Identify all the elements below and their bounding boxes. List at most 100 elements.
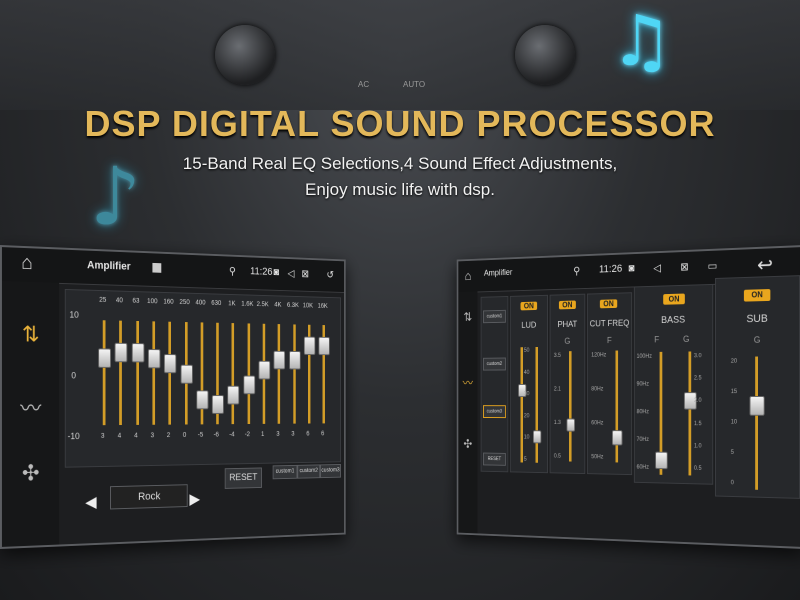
bass-g-label: G [683, 334, 690, 344]
eq-band-slider-knob[interactable] [227, 385, 240, 405]
reset-button[interactable]: RESET [224, 467, 262, 489]
phat-label: PHAT [557, 319, 578, 329]
eq-band-value-label: -5 [197, 431, 204, 439]
cut-freq-f-label: F [607, 335, 612, 346]
eq-band-freq-label: 400 [195, 299, 206, 307]
eq-band-slider[interactable] [243, 323, 255, 425]
eq-band-slider[interactable] [303, 324, 316, 424]
eq-band-slider[interactable] [98, 320, 111, 426]
prev-preset-arrow[interactable]: ◀ [85, 492, 96, 512]
custom3-button[interactable]: custom3 [320, 464, 341, 479]
home-icon-right[interactable]: ⌂ [465, 268, 472, 283]
eq-band-slider[interactable] [318, 325, 330, 424]
eq-band-slider[interactable] [258, 323, 271, 424]
camera-icon-right[interactable]: ◙ [629, 263, 635, 275]
eq-band-slider-knob[interactable] [147, 348, 161, 369]
back-icon[interactable]: ↺ [327, 269, 334, 281]
sub-on-toggle[interactable]: ON [743, 289, 771, 302]
eq-band-slider[interactable] [288, 324, 301, 424]
cut-freq-slider-knob[interactable] [611, 430, 623, 446]
loudness-slider-b-knob[interactable] [532, 430, 542, 444]
sub-slider[interactable] [749, 356, 765, 490]
custom1-button[interactable]: custom1 [272, 464, 298, 480]
waveform-tab-icon[interactable]: 〰 [2, 391, 59, 423]
reset-button-right[interactable]: RESET [483, 452, 506, 466]
eq-band-slider-knob[interactable] [243, 375, 255, 395]
eq-band-slider-knob[interactable] [196, 390, 209, 410]
back-icon-right[interactable]: ↩ [757, 252, 773, 277]
eq-band-slider[interactable] [273, 324, 286, 424]
loudness-on-toggle[interactable]: ON [520, 301, 538, 311]
window-icon-right[interactable]: ▭ [708, 259, 718, 272]
eq-band-value-label: 3 [100, 432, 105, 440]
eq-band-slider-knob[interactable] [180, 364, 193, 384]
scale-tick-label: 100Hz [636, 353, 652, 360]
loudness-ticks: 50 40 30 20 10 5 [511, 296, 547, 463]
sub-ticks: 20 15 10 5 0 [716, 276, 799, 487]
eq-band-slider[interactable] [164, 321, 177, 425]
eq-band-slider-knob[interactable] [98, 348, 111, 368]
eq-band-value-label: 4 [117, 432, 122, 440]
eq-band-value-label: 6 [321, 430, 325, 438]
eq-band-slider-knob[interactable] [273, 350, 286, 370]
close-icon[interactable]: ⊠ [301, 268, 308, 280]
eq-band-slider[interactable] [147, 321, 161, 425]
preset-custom3[interactable]: custom3 [483, 405, 506, 419]
phat-slider[interactable] [566, 351, 575, 462]
dashboard-auto-label: AUTO [403, 80, 426, 89]
eq-band-slider-knob[interactable] [131, 343, 145, 363]
bass-label: BASS [661, 314, 686, 326]
phat-on-toggle[interactable]: ON [558, 300, 576, 310]
eq-band-slider-knob[interactable] [114, 343, 128, 363]
volume-icon-right[interactable]: ◁ [653, 262, 661, 275]
eq-band-slider-knob[interactable] [164, 354, 177, 374]
phat-slider-knob[interactable] [566, 418, 575, 432]
cut-freq-slider[interactable] [611, 350, 623, 463]
eq-band-freq-label: 630 [211, 300, 222, 307]
cut-freq-on-toggle[interactable]: ON [599, 299, 618, 309]
scale-tick-label: 20 [730, 358, 738, 365]
scale-tick-label: 15 [730, 389, 738, 396]
custom2-button[interactable]: custom2 [297, 464, 321, 479]
eq-band-slider-knob[interactable] [211, 395, 224, 415]
eq-band-slider-knob[interactable] [258, 360, 271, 380]
eq-band-slider[interactable] [180, 322, 193, 425]
eq-band-slider[interactable] [131, 320, 145, 425]
phat-ticks: 3.5 2.1 1.3 0.5 [550, 295, 584, 459]
eq-band-slider-knob[interactable] [288, 350, 301, 370]
eq-band-freq-label: 25 [99, 296, 107, 304]
eq-band-freq-label: 1K [228, 300, 236, 308]
eq-band-slider[interactable] [211, 322, 224, 425]
eq-band-freq-label: 100 [147, 298, 158, 306]
eq-band-slider-knob[interactable] [303, 336, 316, 355]
home-icon[interactable]: ⌂ [21, 252, 33, 275]
bass-freq-slider[interactable] [655, 351, 668, 475]
sub-slider-knob[interactable] [749, 396, 765, 416]
loudness-slider-b[interactable] [532, 346, 542, 463]
next-preset-arrow[interactable]: ▶ [189, 490, 200, 509]
equalizer-tab-icon-right[interactable]: ⇅ [458, 310, 477, 325]
volume-icon[interactable]: ◁ [288, 267, 295, 279]
balance-tab-icon-right[interactable]: ✣ [458, 437, 477, 452]
scale-tick-label: 120Hz [591, 352, 607, 359]
eq-band-value-label: 0 [182, 432, 187, 439]
preset-custom1[interactable]: custom1 [483, 309, 506, 324]
preset-custom2[interactable]: custom2 [483, 357, 506, 371]
eq-band-slider[interactable] [114, 320, 128, 426]
close-icon-right[interactable]: ⊠ [680, 261, 688, 273]
eq-band-slider-knob[interactable] [318, 336, 330, 355]
eq-band-slider[interactable] [227, 323, 240, 425]
loudness-slider-a[interactable] [518, 347, 527, 463]
waveform-tab-icon-right[interactable]: 〰 [458, 373, 477, 390]
bass-freq-slider-knob[interactable] [655, 451, 668, 470]
bass-on-toggle[interactable]: ON [663, 293, 685, 305]
scale-tick-label: 3.5 [553, 353, 561, 359]
eq-band-slider[interactable] [196, 322, 209, 425]
balance-tab-icon[interactable]: ✣ [2, 460, 59, 487]
camera-icon[interactable]: ◙ [274, 267, 280, 278]
bass-gain-slider[interactable] [683, 351, 697, 476]
location-icon: ⚲ [229, 265, 236, 278]
eq-band-value-label: 1 [261, 431, 265, 438]
equalizer-tab-icon[interactable]: ⇅ [2, 321, 59, 348]
save-icon[interactable] [152, 262, 162, 273]
